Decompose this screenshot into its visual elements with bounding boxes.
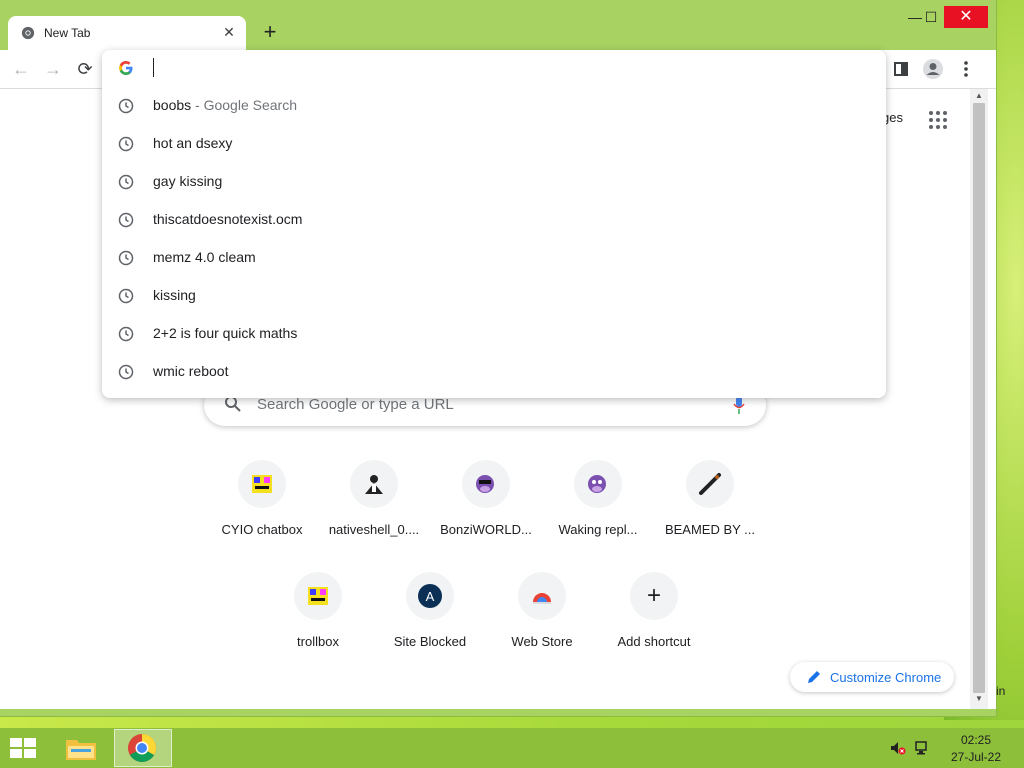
profile-avatar-icon[interactable] [922, 58, 944, 80]
edge-text: in [996, 684, 1006, 698]
scroll-up-icon[interactable]: ▲ [970, 90, 988, 102]
suggestion-text: kissing [153, 287, 196, 303]
shortcut-label: nativeshell_0.... [328, 522, 420, 537]
windows-start-icon[interactable] [8, 736, 38, 760]
page-scrollbar[interactable]: ▲ ▼ [970, 89, 988, 709]
shortcut-tile[interactable]: trollbox [262, 572, 374, 684]
bonzi-icon [588, 475, 606, 493]
shortcut-label: BEAMED BY ... [664, 522, 756, 537]
suggestion-text: hot an dsexy [153, 135, 233, 151]
trollface-icon [308, 587, 328, 605]
microphone-icon[interactable] [732, 395, 746, 415]
add-shortcut-tile[interactable]: + Add shortcut [598, 572, 710, 684]
suggestion-text: gay kissing [153, 173, 223, 189]
scroll-thumb[interactable] [973, 103, 985, 693]
history-clock-icon [118, 364, 134, 380]
omnibox-suggestion[interactable]: 2+2 is four quick maths [102, 314, 886, 352]
file-explorer-taskbar-button[interactable] [52, 729, 110, 767]
suggestion-text: 2+2 is four quick maths [153, 325, 298, 341]
clock-time[interactable]: 02:25 [948, 733, 1004, 747]
omnibox-input-caret[interactable] [153, 58, 154, 77]
bonzi-icon [476, 475, 494, 493]
history-clock-icon [118, 174, 134, 190]
speaker-muted-icon[interactable] [890, 740, 906, 756]
history-clock-icon [118, 98, 134, 114]
tab-new-tab[interactable]: New Tab ✕ [8, 16, 246, 50]
customize-chrome-button[interactable]: Customize Chrome [790, 662, 954, 692]
shortcut-label: trollbox [297, 634, 339, 649]
omnibox-suggestion[interactable]: memz 4.0 cleam [102, 238, 886, 276]
history-clock-icon [118, 326, 134, 342]
trollface-icon [252, 475, 272, 493]
shortcut-tile[interactable]: BonziWORLD... [430, 460, 542, 572]
shortcut-tile[interactable]: A Site Blocked [374, 572, 486, 684]
new-tab-button[interactable]: + [258, 20, 282, 44]
shortcut-label: BonziWORLD... [440, 522, 532, 537]
google-apps-icon[interactable] [928, 110, 948, 130]
shortcut-tile[interactable]: nativeshell_0.... [318, 460, 430, 572]
shortcut-tile[interactable]: Waking repl... [542, 460, 654, 572]
back-button[interactable]: ← [10, 58, 32, 80]
shortcut-label: Waking repl... [558, 522, 638, 537]
beam-icon [699, 473, 721, 495]
suggestion-suffix: - Google Search [191, 97, 297, 113]
shortcut-label: Site Blocked [393, 634, 467, 649]
folder-icon [66, 740, 96, 760]
person-icon [365, 475, 383, 494]
side-panel-icon[interactable] [890, 58, 912, 80]
maximize-button[interactable]: ☐ [916, 6, 946, 28]
google-g-icon [119, 61, 133, 75]
omnibox-suggestion[interactable]: hot an dsexy [102, 124, 886, 162]
suggestion-text: thiscatdoesnotexist.ocm [153, 211, 303, 227]
close-window-button[interactable]: ✕ [944, 6, 988, 28]
letter-a-icon: A [418, 584, 442, 608]
suggestion-text: boobs [153, 97, 192, 113]
shortcut-label: Add shortcut [617, 634, 691, 649]
history-clock-icon [118, 288, 134, 304]
chrome-taskbar-button[interactable] [114, 729, 172, 767]
omnibox-suggestion[interactable]: boobs - Google Search [102, 86, 886, 124]
webstore-icon [533, 593, 551, 604]
chrome-favicon-icon [21, 26, 35, 40]
shortcut-tile[interactable]: CYIO chatbox [206, 460, 318, 572]
pencil-icon [808, 671, 820, 683]
omnibox-suggestion[interactable]: kissing [102, 276, 886, 314]
taskbar: 02:25 27-Jul-22 [0, 728, 1024, 768]
shortcut-label: Web Store [511, 634, 573, 649]
svg-text:A: A [426, 589, 435, 604]
menu-kebab-icon[interactable] [955, 58, 977, 80]
scroll-down-icon[interactable]: ▼ [970, 693, 988, 705]
plus-icon: + [646, 582, 661, 609]
omnibox-suggestion[interactable]: thiscatdoesnotexist.ocm [102, 200, 886, 238]
clock-date[interactable]: 27-Jul-22 [948, 750, 1004, 764]
suggestion-text: wmic reboot [153, 363, 229, 379]
omnibox-dropdown: boobs - Google Search hot an dsexy gay k… [102, 50, 886, 398]
network-icon[interactable] [914, 740, 930, 756]
customize-label: Customize Chrome [830, 670, 942, 685]
chrome-icon [128, 734, 156, 762]
search-placeholder: Search Google or type a URL [257, 396, 454, 413]
omnibox-suggestion[interactable]: gay kissing [102, 162, 886, 200]
forward-button[interactable]: → [42, 58, 64, 80]
history-clock-icon [118, 136, 134, 152]
browser-window: New Tab ✕ + — ☐ ✕ ← → ⟳ ges Search Googl… [0, 0, 996, 716]
shortcut-tile[interactable]: Web Store [486, 572, 598, 684]
reload-button[interactable]: ⟳ [74, 58, 96, 80]
history-clock-icon [118, 212, 134, 228]
shortcut-label: CYIO chatbox [221, 522, 303, 537]
suggestion-text: memz 4.0 cleam [153, 249, 256, 265]
tab-title: New Tab [44, 26, 91, 40]
omnibox-suggestion[interactable]: wmic reboot [102, 352, 886, 390]
tab-close-icon[interactable]: ✕ [220, 23, 238, 41]
shortcut-tile[interactable]: BEAMED BY ... [654, 460, 766, 572]
history-clock-icon [118, 250, 134, 266]
tab-strip: New Tab ✕ + — ☐ ✕ [0, 0, 996, 50]
